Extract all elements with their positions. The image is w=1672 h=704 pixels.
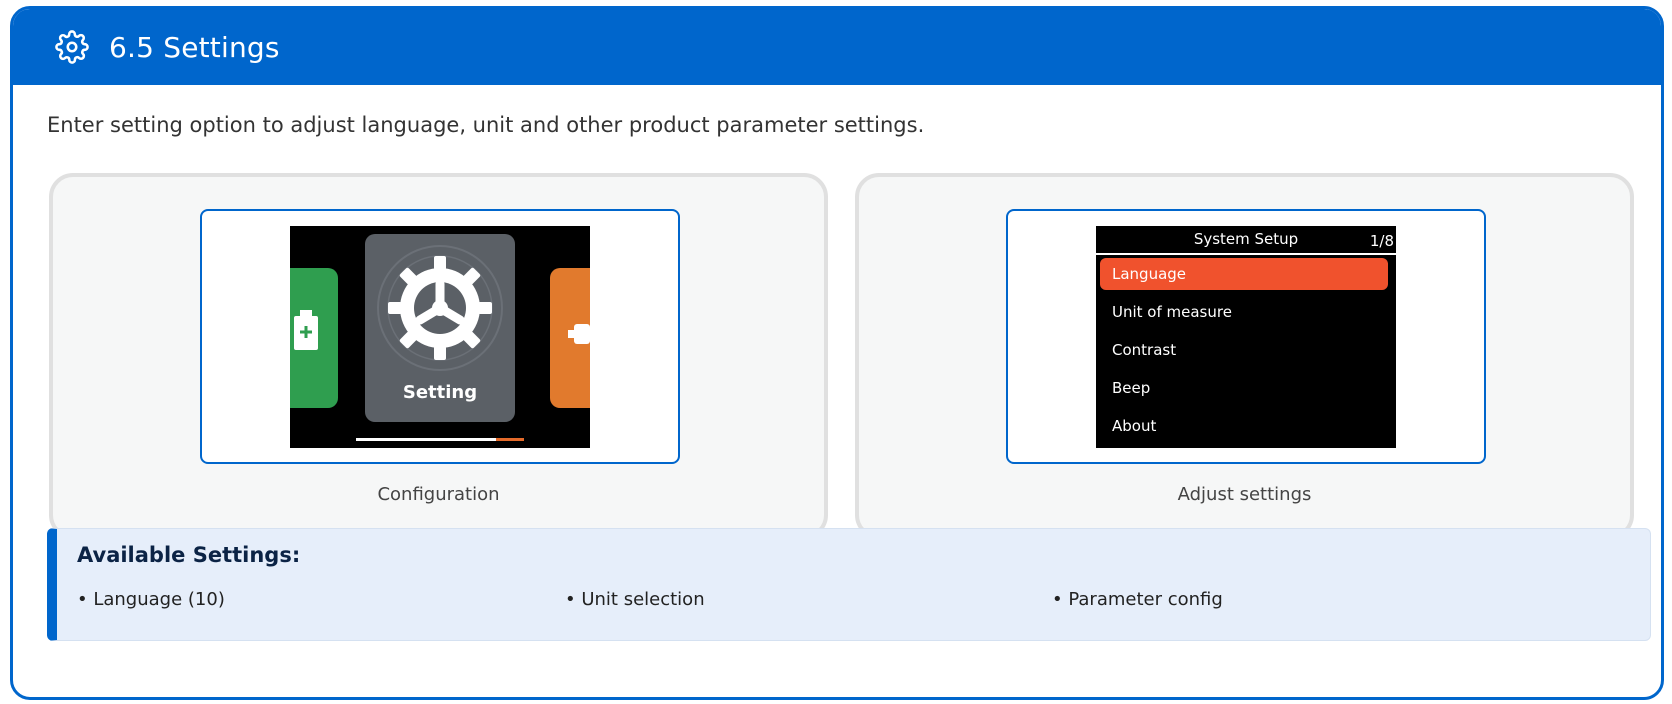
tile-orange <box>550 268 590 408</box>
battery-plus-icon <box>294 310 318 350</box>
device-screen-system-setup: System Setup 1/8 Language Unit of measur… <box>1096 226 1396 448</box>
tile-green <box>290 268 338 408</box>
settings-item-unit: • Unit selection <box>565 589 705 610</box>
intro-text: Enter setting option to adjust language,… <box>47 113 925 137</box>
setting-tile[interactable]: Setting <box>365 234 515 422</box>
adjust-settings-caption: Adjust settings <box>1177 484 1312 505</box>
connector-icon <box>568 324 590 344</box>
configuration-caption: Configuration <box>377 484 500 505</box>
settings-panel: 6.5 Settings Enter setting option to adj… <box>10 6 1664 700</box>
adjust-settings-card: System Setup 1/8 Language Unit of measur… <box>855 173 1634 539</box>
menu-item-beep[interactable]: Beep <box>1100 372 1388 404</box>
carousel-progress-indicator <box>496 438 524 441</box>
settings-item-language: • Language (10) <box>77 589 225 610</box>
page-title: 6.5 Settings <box>109 30 280 64</box>
configuration-screenshot: Setting <box>200 209 680 464</box>
title-divider <box>1096 253 1396 255</box>
menu-item-unit-of-measure[interactable]: Unit of measure <box>1100 296 1388 328</box>
section-header: 6.5 Settings <box>13 9 1661 85</box>
gear-icon <box>55 30 89 64</box>
setting-tile-label: Setting <box>402 382 478 403</box>
system-setup-title: System Setup <box>1193 230 1299 248</box>
adjust-settings-screenshot: System Setup 1/8 Language Unit of measur… <box>1006 209 1486 464</box>
menu-item-contrast[interactable]: Contrast <box>1100 334 1388 366</box>
device-screen-main-menu: Setting <box>290 226 590 448</box>
settings-item-parameter: • Parameter config <box>1052 589 1223 610</box>
menu-item-about[interactable]: About <box>1100 410 1388 442</box>
carousel-progress-bar <box>356 438 524 441</box>
page-indicator: 1/8 <box>1369 232 1394 250</box>
large-gear-icon <box>377 245 503 371</box>
available-settings-title: Available Settings: <box>77 543 301 567</box>
configuration-card: Setting Configuration <box>49 173 828 539</box>
menu-item-language[interactable]: Language <box>1100 258 1388 290</box>
available-settings-box: Available Settings: • Language (10) • Un… <box>47 528 1651 641</box>
